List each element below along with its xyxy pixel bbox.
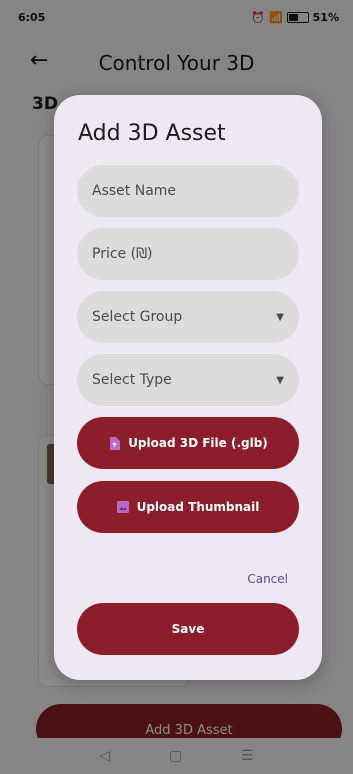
- upload-3d-file-label: Upload 3D File (.glb): [128, 436, 268, 450]
- dialog-title: Add 3D Asset: [78, 121, 226, 146]
- upload-thumbnail-label: Upload Thumbnail: [136, 500, 260, 514]
- price-input[interactable]: Price (₪): [77, 228, 299, 280]
- upload-thumbnail-button[interactable]: Upload Thumbnail: [77, 481, 299, 533]
- save-label: Save: [171, 622, 205, 636]
- group-select-label: Select Group: [92, 309, 183, 325]
- save-button[interactable]: Save: [77, 603, 299, 655]
- asset-name-placeholder: Asset Name: [92, 183, 177, 199]
- upload-3d-file-button[interactable]: Upload 3D File (.glb): [77, 417, 299, 469]
- group-select[interactable]: Select Group ▼: [77, 291, 299, 343]
- file-upload-icon: [108, 436, 120, 450]
- type-select[interactable]: Select Type ▼: [77, 354, 299, 406]
- type-select-label: Select Type: [92, 372, 172, 388]
- add-asset-dialog: Add 3D Asset Asset Name Price (₪) Select…: [54, 95, 322, 680]
- cancel-button[interactable]: Cancel: [247, 572, 288, 586]
- asset-name-input[interactable]: Asset Name: [77, 165, 299, 217]
- image-icon: [116, 501, 129, 514]
- chevron-down-icon: ▼: [276, 374, 284, 386]
- chevron-down-icon: ▼: [276, 311, 284, 323]
- price-placeholder: Price (₪): [92, 246, 153, 262]
